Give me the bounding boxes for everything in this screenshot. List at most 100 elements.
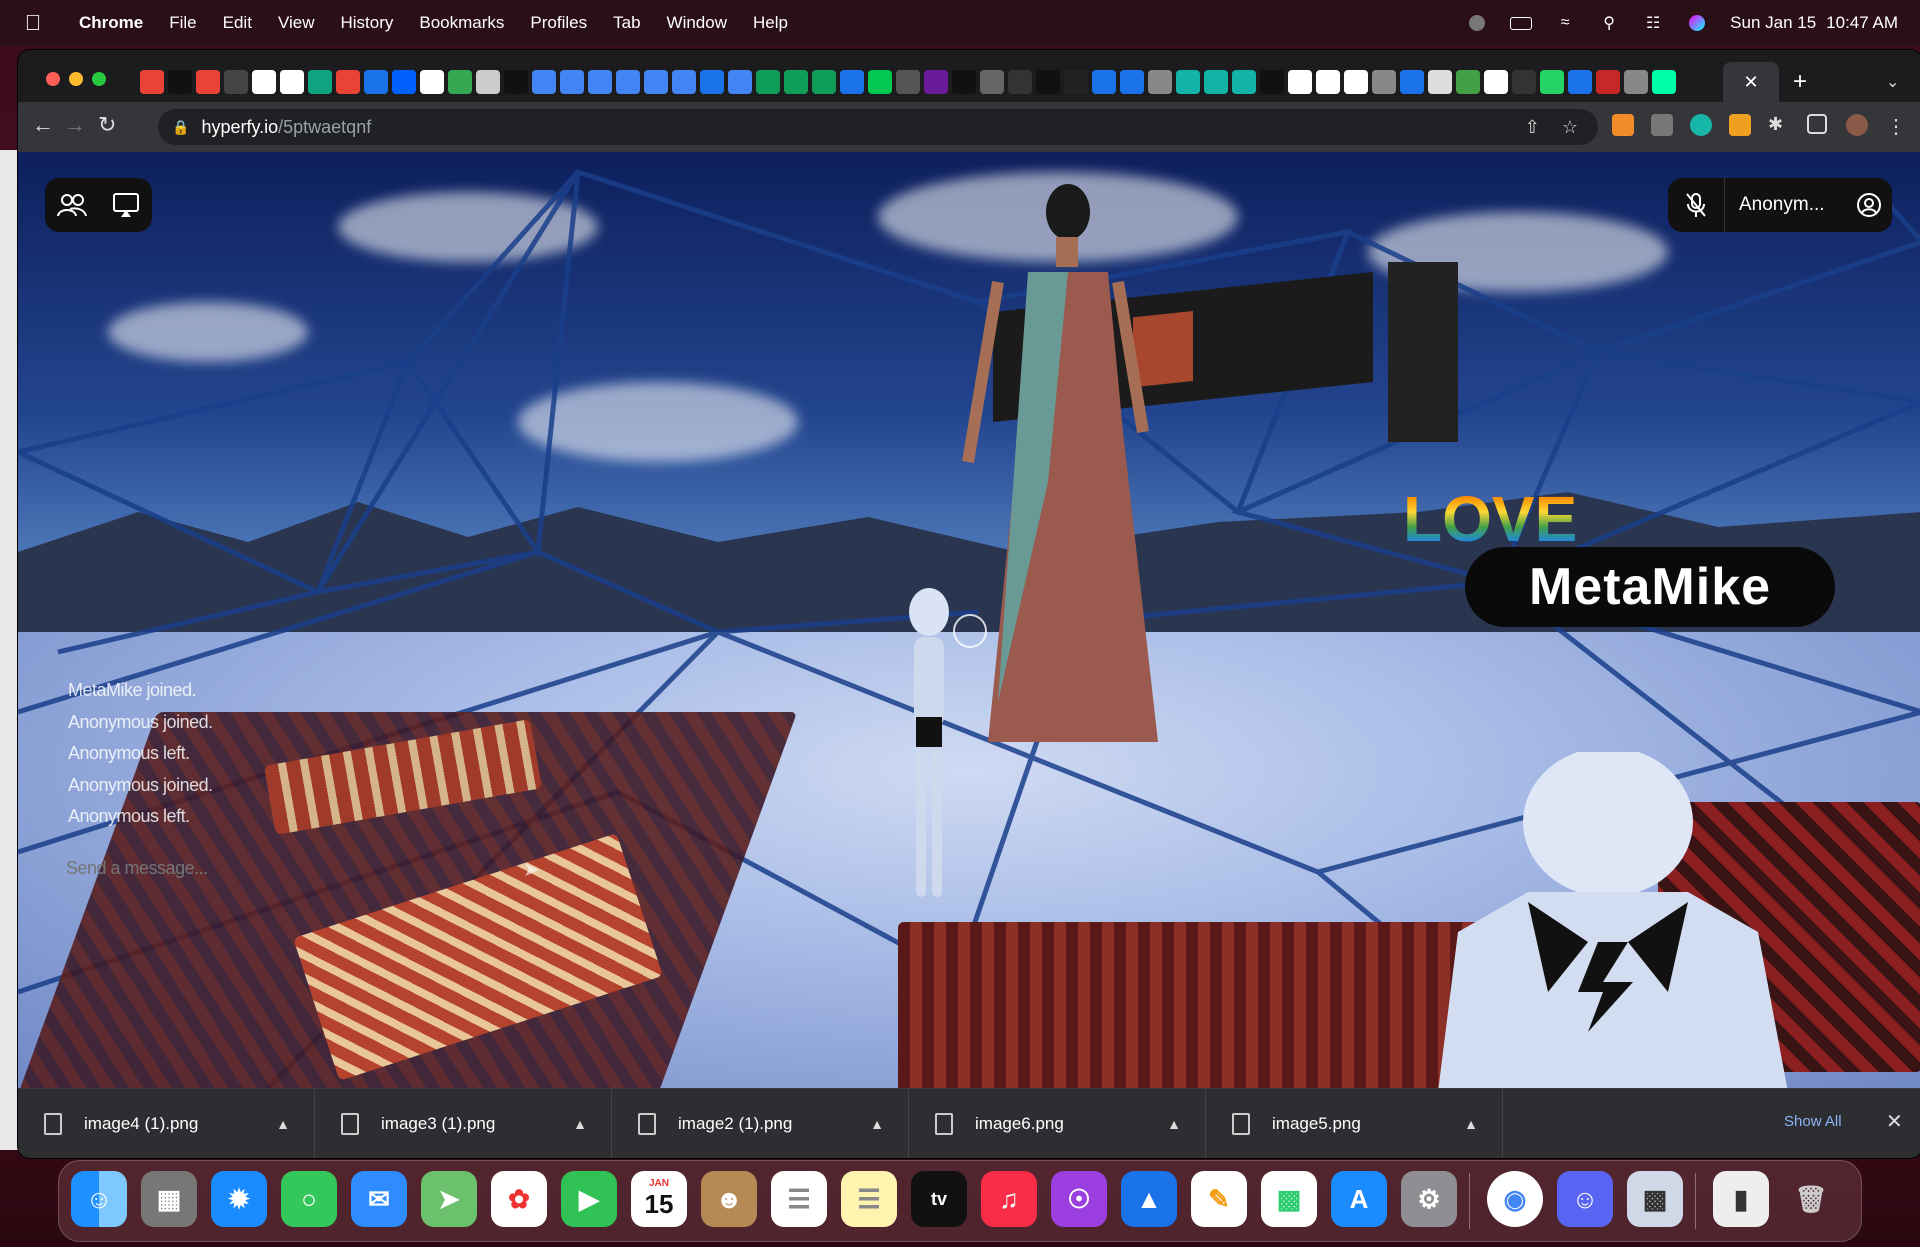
pinned-tab-favicon[interactable]	[1512, 70, 1536, 94]
pinned-tab-favicon[interactable]	[1400, 70, 1424, 94]
menubar-date[interactable]: Sun Jan 15	[1730, 13, 1816, 33]
new-tab-button[interactable]: +	[1793, 68, 1807, 96]
pinned-tab-favicon[interactable]	[644, 70, 668, 94]
menu-view[interactable]: View	[265, 13, 328, 33]
pinned-tab-favicon[interactable]	[364, 70, 388, 94]
download-item[interactable]: image2 (1).png ▲	[612, 1089, 909, 1158]
pinned-tab-favicon[interactable]	[1036, 70, 1060, 94]
discord-icon[interactable]: ☺	[1557, 1171, 1613, 1227]
menu-window[interactable]: Window	[654, 13, 740, 33]
spotlight-search-icon[interactable]: ⚲	[1598, 15, 1620, 32]
pinned-tab-favicon[interactable]	[1316, 70, 1340, 94]
pinned-tab-favicon[interactable]	[196, 70, 220, 94]
contacts-icon[interactable]: ☻	[701, 1171, 757, 1227]
pinned-tab-favicon[interactable]	[924, 70, 948, 94]
pinned-tab-favicon[interactable]	[1008, 70, 1032, 94]
pinned-tab-favicon[interactable]	[1232, 70, 1256, 94]
pinned-tab-favicon[interactable]	[700, 70, 724, 94]
close-tab-icon[interactable]: ✕	[1743, 72, 1758, 93]
pinned-tab-favicon[interactable]	[952, 70, 976, 94]
pinned-tab-favicon[interactable]	[476, 70, 500, 94]
pinned-tab-favicon[interactable]	[1624, 70, 1648, 94]
chevron-up-icon[interactable]: ▲	[1464, 1116, 1478, 1132]
pinned-tab-favicon[interactable]	[1652, 70, 1676, 94]
pinned-tab-favicon[interactable]	[672, 70, 696, 94]
chrome-menu-icon[interactable]: ⋮	[1886, 114, 1908, 138]
tab-search-chevron-icon[interactable]: ⌄	[1886, 72, 1899, 92]
menu-history[interactable]: History	[327, 13, 406, 33]
avatar-woman-in-gown[interactable]	[958, 182, 1168, 752]
bookmark-star-icon[interactable]: ☆	[1562, 117, 1578, 138]
pinned-tab-favicon[interactable]	[1204, 70, 1228, 94]
pinned-tab-favicon[interactable]	[896, 70, 920, 94]
menu-file[interactable]: File	[156, 13, 209, 33]
menu-profiles[interactable]: Profiles	[517, 13, 600, 33]
active-tab[interactable]: ✕	[1723, 62, 1779, 102]
pinned-tab-favicon[interactable]	[448, 70, 472, 94]
notes-icon[interactable]: ☰	[841, 1171, 897, 1227]
forward-arrow-icon[interactable]: →	[64, 112, 86, 138]
podcasts-icon[interactable]: ☉	[1051, 1171, 1107, 1227]
username-label[interactable]: Anonym...	[1725, 194, 1846, 216]
pages-icon[interactable]: ✎	[1191, 1171, 1247, 1227]
send-arrow-icon[interactable]: ➤	[523, 857, 540, 882]
pinned-tab-favicon[interactable]	[784, 70, 808, 94]
zoom-window-button[interactable]	[92, 72, 106, 86]
pinned-tab-favicon[interactable]	[756, 70, 780, 94]
pinned-tab-favicon[interactable]	[308, 70, 332, 94]
pinned-tab-favicon[interactable]	[1456, 70, 1480, 94]
account-button[interactable]	[1846, 192, 1892, 218]
side-panel-icon[interactable]	[1807, 114, 1827, 134]
photos-icon[interactable]: ✿	[491, 1171, 547, 1227]
pinned-tab-favicon[interactable]	[1428, 70, 1452, 94]
apple-tv-icon[interactable]: tv	[911, 1171, 967, 1227]
pinned-tab-favicon[interactable]	[868, 70, 892, 94]
pinned-tab-favicon[interactable]	[1064, 70, 1088, 94]
chevron-up-icon[interactable]: ▲	[573, 1116, 587, 1132]
minimize-window-button[interactable]	[69, 72, 83, 86]
download-item[interactable]: image6.png ▲	[909, 1089, 1206, 1158]
finder-icon[interactable]: ☺	[71, 1171, 127, 1227]
pinned-tab-favicon[interactable]	[728, 70, 752, 94]
3d-world-viewport[interactable]: LOVE Anonym... MetaMike MetaMike joined.…	[18, 152, 1920, 1088]
facetime-icon[interactable]: ▶	[561, 1171, 617, 1227]
pinned-tab-favicon[interactable]	[1568, 70, 1592, 94]
show-all-downloads-button[interactable]: Show All	[1784, 1113, 1842, 1130]
menu-tab[interactable]: Tab	[600, 13, 653, 33]
pinned-tab-favicon[interactable]	[1596, 70, 1620, 94]
download-item[interactable]: image5.png ▲	[1206, 1089, 1503, 1158]
pinned-tab-favicon[interactable]	[1540, 70, 1564, 94]
pinned-tab-favicon[interactable]	[420, 70, 444, 94]
app-store-icon[interactable]: A	[1331, 1171, 1387, 1227]
preview-icon[interactable]: ▩	[1627, 1171, 1683, 1227]
menu-app-name[interactable]: Chrome	[66, 13, 156, 33]
pinned-tab-favicon[interactable]	[280, 70, 304, 94]
pinned-tab-favicon[interactable]	[224, 70, 248, 94]
pinned-tab-favicon[interactable]	[560, 70, 584, 94]
close-downloads-icon[interactable]: ✕	[1886, 1109, 1903, 1134]
lock-icon[interactable]: 🔒	[172, 119, 189, 136]
extension-analytics-icon[interactable]	[1612, 114, 1634, 136]
pinned-tab-favicon[interactable]	[1260, 70, 1284, 94]
pinned-tab-favicon[interactable]	[140, 70, 164, 94]
pinned-tab-favicon[interactable]	[504, 70, 528, 94]
chat-message-input[interactable]	[64, 857, 488, 880]
system-settings-icon[interactable]: ⚙	[1401, 1171, 1457, 1227]
pinned-tab-favicon[interactable]	[532, 70, 556, 94]
close-window-button[interactable]	[46, 72, 60, 86]
pinned-tab-favicon[interactable]	[252, 70, 276, 94]
keynote-icon[interactable]: ▲	[1121, 1171, 1177, 1227]
profile-avatar[interactable]	[1846, 114, 1868, 136]
menu-help[interactable]: Help	[740, 13, 801, 33]
download-item[interactable]: image3 (1).png ▲	[315, 1089, 612, 1158]
pinned-tab-favicon[interactable]	[1288, 70, 1312, 94]
extension-hand-icon[interactable]	[1729, 114, 1751, 136]
trash-icon[interactable]: 🗑	[1783, 1171, 1839, 1227]
record-indicator-icon[interactable]	[1466, 15, 1488, 31]
extensions-puzzle-icon[interactable]: ✱	[1768, 114, 1790, 136]
mute-microphone-button[interactable]	[1668, 178, 1725, 232]
reminders-icon[interactable]: ☰	[771, 1171, 827, 1227]
pinned-tab-favicon[interactable]	[588, 70, 612, 94]
zip-archive-icon[interactable]: ▮	[1713, 1171, 1769, 1227]
pinned-tab-favicon[interactable]	[840, 70, 864, 94]
